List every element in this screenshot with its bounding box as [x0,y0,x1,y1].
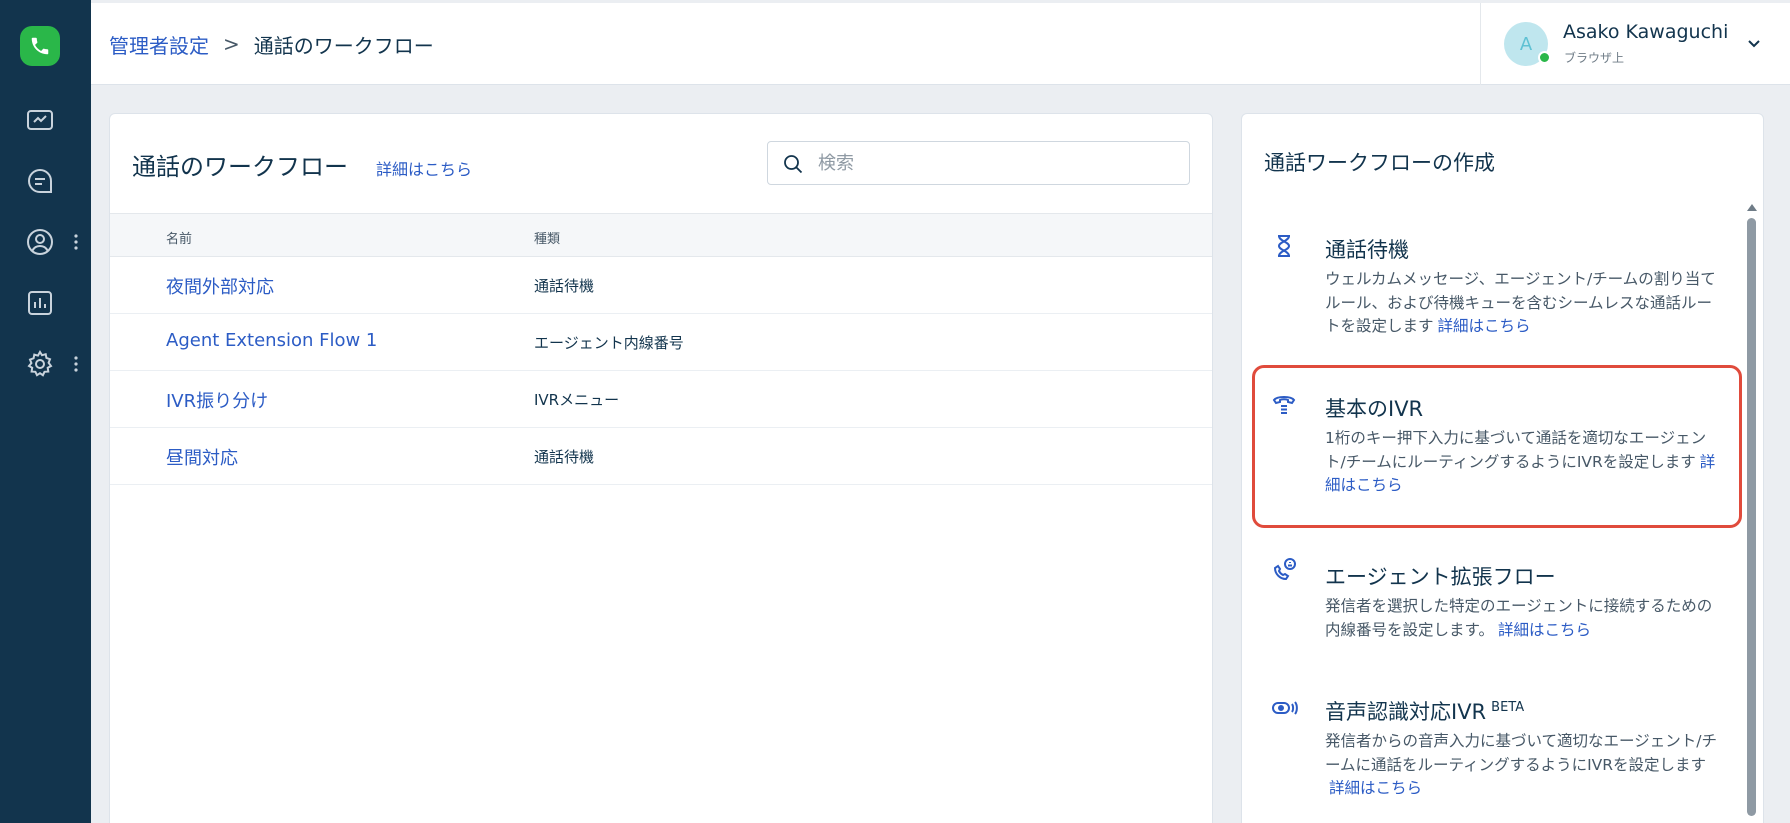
learn-more-link[interactable]: 詳細はこちら [376,156,472,180]
chevron-down-icon[interactable] [1744,33,1764,53]
workflow-type: エージェント内線番号 [534,334,684,352]
workflow-name-link[interactable]: 昼間対応 [166,444,238,470]
search-input[interactable] [818,148,1178,178]
user-status: ブラウザ上 [1564,51,1625,65]
option-basic-ivr[interactable]: 基本のIVR 1桁のキー押下入力に基づいて通話を適切なエージェント/チームにルー… [1252,365,1742,528]
presence-indicator [1538,51,1551,64]
workflow-name-link[interactable]: IVR振り分け [166,387,268,413]
user-menu[interactable]: A Asako Kawaguchi ブラウザ上 [1480,3,1790,85]
option-title: 音声認識対応IVR BETA [1325,696,1524,726]
option-description-text: 発信者からの音声入力に基づいて適切なエージェント/チームに通話をルーティングする… [1325,732,1717,774]
ivr-phone-icon [1272,396,1296,414]
beta-badge: BETA [1491,700,1525,715]
agent-extension-icon [1273,558,1296,581]
nav-tickets-icon[interactable] [22,102,58,138]
table-header: 名前 種類 [110,213,1212,257]
table-row[interactable]: 夜間外部対応 通話待機 [110,257,1212,314]
breadcrumb-current: 通話のワークフロー [253,33,434,58]
scrollbar-thumb[interactable] [1747,218,1756,816]
option-title: 基本のIVR [1325,397,1424,421]
option-title-text: 音声認識対応IVR [1325,700,1487,724]
workflow-list-panel: 通話のワークフロー 詳細はこちら 名前 種類 夜間外部対応 通話待機 Agent… [109,113,1213,823]
sidebar [0,0,91,823]
option-description: 1桁のキー押下入力に基づいて通話を適切なエージェント/チームにルーティングするよ… [1325,427,1725,498]
breadcrumb-admin-settings[interactable]: 管理者設定 [109,30,209,59]
search-box [767,141,1190,185]
option-agent-extension[interactable]: エージェント拡張フロー 発信者を選択した特定のエージェントに接続するための内線番… [1252,544,1742,664]
phone-logo-icon[interactable] [20,26,60,66]
option-description: 発信者からの音声入力に基づいて適切なエージェント/チームに通話をルーティングする… [1325,730,1725,801]
option-speech-ivr[interactable]: 音声認識対応IVR BETA 発信者からの音声入力に基づいて適切なエージェント/チ… [1252,684,1742,823]
nav-contacts-icon[interactable] [22,224,58,260]
option-description-text: 1桁のキー押下入力に基づいて通話を適切なエージェント/チームにルーティングするよ… [1325,429,1707,471]
option-learn-more-link[interactable]: 詳細はこちら [1438,317,1531,335]
table-row[interactable]: 昼間対応 通話待機 [110,428,1212,485]
column-header-type[interactable]: 種類 [534,228,560,247]
breadcrumb: 管理者設定 > 通話のワークフロー [109,3,434,85]
option-title: 通話待機 [1325,238,1409,262]
create-panel-title: 通話ワークフローの作成 [1264,151,1495,175]
breadcrumb-separator: > [223,32,240,56]
column-header-name[interactable]: 名前 [166,228,192,247]
option-learn-more-link[interactable]: 詳細はこちら [1329,779,1422,797]
nav-settings-icon[interactable] [22,346,58,382]
option-call-queue[interactable]: 通話待機 ウェルカムメッセージ、エージェント/チームの割り当てルール、および待機… [1252,214,1742,364]
nav-chat-icon[interactable] [22,163,58,199]
top-header: 管理者設定 > 通話のワークフロー A Asako Kawaguchi ブラウザ… [91,3,1790,85]
page-title: 通話のワークフロー [132,153,348,181]
workflow-type: 通話待機 [534,448,595,466]
scroll-up-arrow-icon[interactable] [1747,204,1757,211]
scrollbar[interactable] [1746,204,1757,816]
workflow-type: IVRメニュー [534,391,620,409]
option-learn-more-link[interactable]: 詳細はこちら [1498,621,1591,639]
hourglass-icon [1277,235,1291,257]
speech-ivr-icon [1272,701,1298,715]
option-title: エージェント拡張フロー [1325,565,1556,589]
nav-settings-more-icon[interactable] [70,352,82,376]
table-row[interactable]: Agent Extension Flow 1 エージェント内線番号 [110,314,1212,371]
search-icon [784,155,803,174]
option-description: 発信者を選択した特定のエージェントに接続するための内線番号を設定します。 詳細はこ… [1325,595,1725,642]
workflow-name-link[interactable]: Agent Extension Flow 1 [166,330,377,351]
nav-more-icon[interactable] [70,230,82,254]
workflow-type: 通話待機 [534,277,595,295]
option-description: ウェルカムメッセージ、エージェント/チームの割り当てルール、および待機キューを含… [1325,268,1725,339]
user-name: Asako Kawaguchi [1563,21,1729,43]
create-workflow-panel: 通話ワークフローの作成 通話待機 ウェルカムメッセージ、エージェント/チームの割… [1241,113,1764,823]
table-row[interactable]: IVR振り分け IVRメニュー [110,371,1212,428]
nav-reports-icon[interactable] [22,285,58,321]
workflow-name-link[interactable]: 夜間外部対応 [166,273,274,299]
